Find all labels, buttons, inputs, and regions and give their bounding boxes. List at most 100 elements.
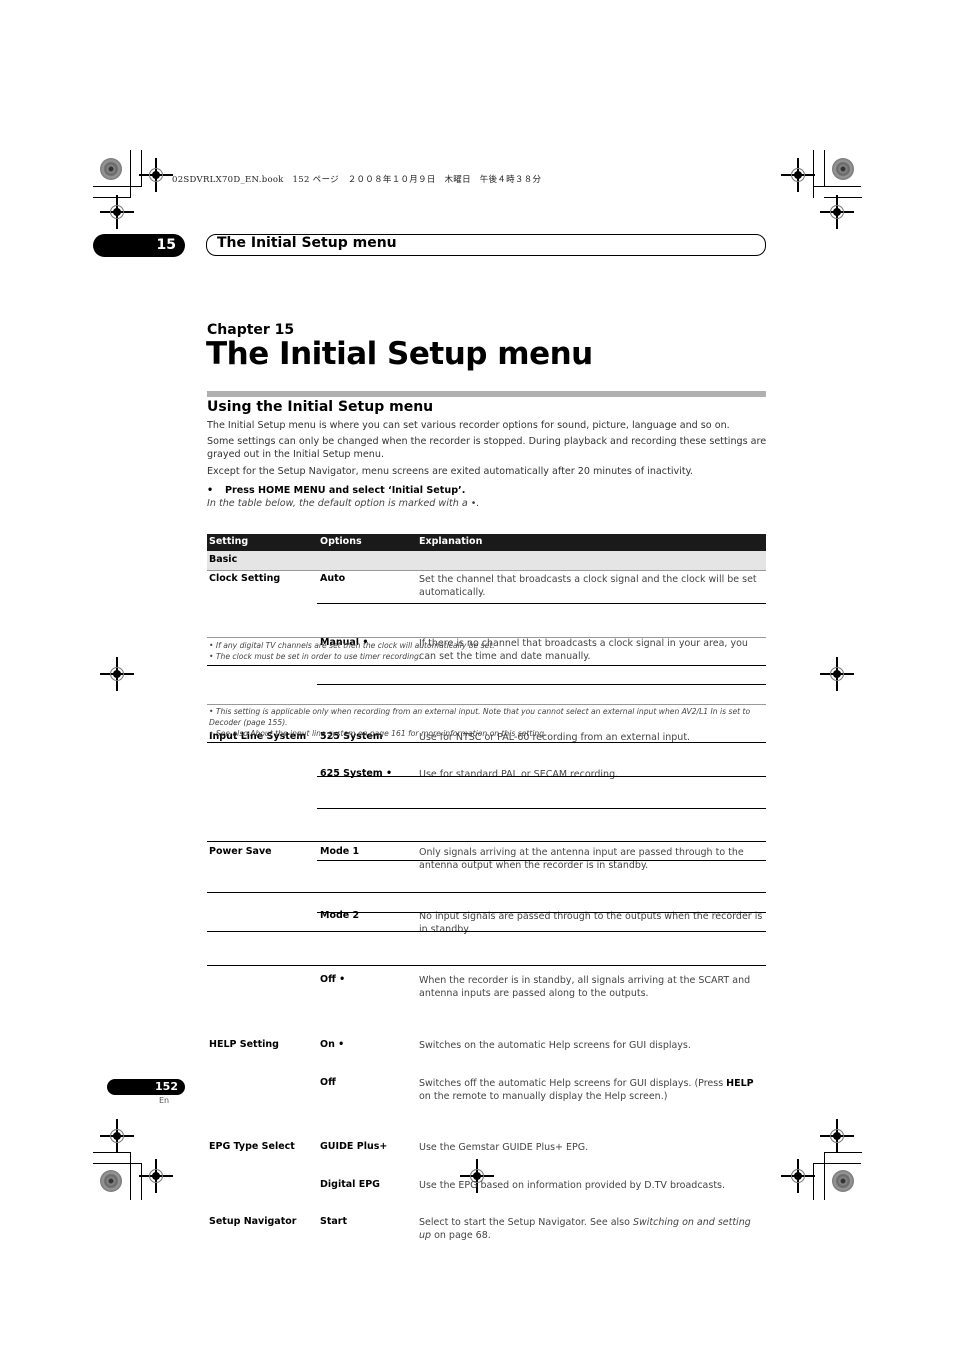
option-name: Auto	[320, 573, 346, 584]
row-divider	[207, 892, 766, 893]
option-explanation: Use for standard PAL or SECAM recording.	[419, 769, 619, 780]
option-name: Digital EPG	[320, 1179, 380, 1190]
option-name: Off •	[320, 974, 346, 985]
row-divider	[317, 912, 766, 913]
intro-paragraph: Except for the Setup Navigator, menu scr…	[207, 466, 693, 477]
setting-name: Power Save	[209, 846, 272, 857]
table-row: HELP Setting On • Switches on the automa…	[207, 1039, 766, 1057]
row-divider	[207, 965, 766, 966]
chapter-running-title: The Initial Setup menu	[217, 235, 397, 251]
row-divider	[317, 684, 766, 685]
crop-line	[141, 1163, 142, 1200]
crop-line	[813, 1163, 814, 1200]
crop-line	[813, 1163, 861, 1164]
option-name: Start	[320, 1216, 348, 1227]
footnote: • This setting is applicable only when r…	[209, 707, 751, 727]
setting-name: Setup Navigator	[209, 1216, 297, 1227]
instruction-text: Press HOME MENU and select ‘Initial Setu…	[225, 485, 466, 496]
button-name-help: HELP	[726, 1078, 754, 1089]
row-divider	[207, 704, 766, 705]
chapter-number-tab: 15	[93, 234, 185, 257]
footnote: • If any digital TV channels are set the…	[209, 641, 495, 650]
color-rosette-icon	[100, 1170, 122, 1192]
table-row: Power Save Mode 1 Only signals arriving …	[207, 846, 766, 878]
explanation-text: on the remote to manually display the He…	[419, 1091, 668, 1102]
column-header-explanation: Explanation	[419, 536, 483, 547]
crop-line	[824, 197, 862, 198]
registration-target-icon	[781, 1159, 815, 1193]
crop-line	[824, 1152, 862, 1153]
bullet: •	[207, 485, 214, 496]
registration-target-icon	[139, 1159, 173, 1193]
option-name: On •	[320, 1039, 345, 1050]
row-divider	[317, 808, 766, 809]
crop-line	[813, 186, 861, 187]
row-divider	[317, 603, 766, 604]
intro-paragraph: The Initial Setup menu is where you can …	[207, 420, 730, 431]
color-rosette-icon	[832, 1170, 854, 1192]
crop-line	[824, 1152, 825, 1200]
option-explanation: Set the channel that broadcasts a clock …	[419, 574, 757, 598]
setting-name: HELP Setting	[209, 1039, 279, 1050]
crop-line	[130, 150, 131, 198]
intro-paragraph: Some settings can only be changed when t…	[207, 436, 767, 460]
option-explanation: Use the Gemstar GUIDE Plus+ EPG.	[419, 1142, 589, 1153]
crop-line	[93, 186, 141, 187]
table-row: Off • When the recorder is in standby, a…	[207, 974, 766, 1006]
page-number: 152	[107, 1079, 185, 1095]
option-name: 625 System •	[320, 768, 393, 779]
crop-line	[93, 1163, 141, 1164]
setting-name: Clock Setting	[209, 573, 281, 584]
color-rosette-icon	[100, 158, 122, 180]
column-header-setting: Setting	[209, 536, 249, 547]
crop-line	[93, 197, 131, 198]
row-divider	[317, 860, 766, 861]
option-explanation: Switches on the automatic Help screens f…	[419, 1040, 691, 1051]
crop-line	[141, 150, 142, 187]
table-row: Clock Setting Auto Set the channel that …	[207, 573, 766, 605]
registration-target-icon	[781, 158, 815, 192]
registration-target-icon	[100, 657, 134, 691]
table-row: Mode 2 No input signals are passed throu…	[207, 910, 766, 942]
explanation-text: Switches off the automatic Help screens …	[419, 1078, 727, 1089]
category-row: Basic	[207, 551, 766, 571]
option-explanation: Only signals arriving at the antenna inp…	[419, 847, 744, 871]
row-divider	[207, 931, 766, 932]
option-name: Off	[320, 1077, 336, 1088]
option-explanation: When the recorder is in standby, all sig…	[419, 975, 751, 999]
row-divider	[207, 665, 766, 666]
explanation-text: Select to start the Setup Navigator. See…	[419, 1217, 633, 1228]
table-header-row: Setting Options Explanation	[207, 534, 766, 551]
registration-target-icon	[100, 195, 134, 229]
explanation-text: on page 68.	[431, 1230, 491, 1241]
category-label: Basic	[209, 554, 238, 565]
registration-target-icon	[820, 1119, 854, 1153]
row-divider	[207, 742, 766, 743]
footnote: • See also About the input line system o…	[209, 729, 547, 738]
option-explanation: Select to start the Setup Navigator. See…	[419, 1216, 764, 1242]
option-name: Mode 1	[320, 846, 360, 857]
registration-target-icon	[820, 657, 854, 691]
page-language: En	[159, 1096, 170, 1105]
option-name: GUIDE Plus+	[320, 1141, 388, 1152]
crop-line	[130, 1152, 131, 1200]
title-divider	[207, 391, 766, 397]
color-rosette-icon	[832, 158, 854, 180]
registration-target-icon	[139, 158, 173, 192]
option-explanation: No input signals are passed through to t…	[419, 911, 763, 935]
instruction-step: • Press HOME MENU and select ‘Initial Set…	[207, 485, 465, 496]
file-header: 02SDVRLX70D_EN.book 152 ページ ２００８年１０月９日 木…	[172, 175, 542, 185]
table-row: Digital EPG Use the EPG based on informa…	[207, 1179, 766, 1197]
default-option-note: In the table below, the default option i…	[207, 498, 480, 509]
row-divider	[317, 776, 766, 777]
table-row: Off Switches off the automatic Help scre…	[207, 1077, 766, 1109]
table-row: 625 System • Use for standard PAL or SEC…	[207, 768, 766, 786]
registration-target-icon	[820, 195, 854, 229]
option-explanation: Use the EPG based on information provide…	[419, 1180, 726, 1191]
settings-table: Setting Options Explanation Basic	[207, 534, 766, 571]
section-heading: Using the Initial Setup menu	[207, 399, 434, 415]
crop-line	[824, 150, 825, 187]
column-header-options: Options	[320, 536, 362, 547]
table-row: EPG Type Select GUIDE Plus+ Use the Gems…	[207, 1141, 766, 1159]
setting-name: EPG Type Select	[209, 1141, 295, 1152]
